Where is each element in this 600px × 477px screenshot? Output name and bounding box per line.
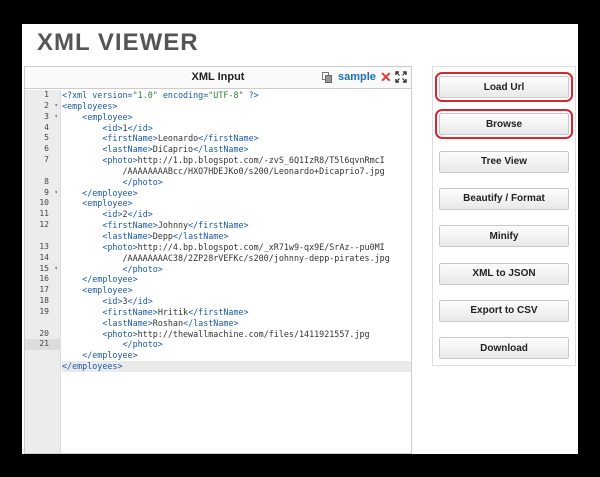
line-number: 18: [39, 296, 49, 306]
line-number: 4: [44, 122, 49, 132]
code-line[interactable]: <id>1</id>: [62, 123, 411, 134]
xml-viewer-window: XML VIEWER XML Input sample ✕ 1 2 ▾ 3 ▾ 4 5 6 7 8…: [22, 24, 578, 454]
code-line[interactable]: </employees>: [62, 361, 411, 372]
line-number: 11: [39, 209, 49, 219]
beautify-button[interactable]: Beautify / Format: [439, 187, 569, 210]
line-number: 5: [44, 133, 49, 143]
clear-icon[interactable]: ✕: [380, 69, 392, 85]
fold-arrow-icon[interactable]: ▾: [54, 101, 58, 112]
xml-to-json-button[interactable]: XML to JSON: [439, 262, 569, 285]
code-line[interactable]: </employee>: [62, 188, 411, 199]
code-line[interactable]: <?xml version="1.0" encoding="UTF-8" ?>: [62, 90, 411, 101]
code-line[interactable]: <photo>http://4.bp.blogspot.com/_xR71w9-…: [62, 242, 411, 253]
code-line[interactable]: </photo>: [62, 177, 411, 188]
fold-arrow-icon[interactable]: ▾: [54, 264, 58, 275]
fold-arrow-icon[interactable]: ▾: [54, 112, 58, 123]
line-number: 12: [39, 220, 49, 230]
line-number: [25, 231, 60, 242]
code-line[interactable]: <photo>http://thewallmachine.com/files/1…: [62, 329, 411, 340]
code-line[interactable]: <employee>: [62, 285, 411, 296]
code-area[interactable]: <?xml version="1.0" encoding="UTF-8" ?> <…: [62, 90, 411, 453]
line-number: 13: [39, 241, 49, 251]
tree-view-button[interactable]: Tree View: [439, 150, 569, 173]
line-number: 7: [44, 155, 49, 165]
code-line[interactable]: </photo>: [62, 264, 411, 275]
code-line[interactable]: <lastName>Roshan</lastName>: [62, 318, 411, 329]
code-line[interactable]: <id>3</id>: [62, 296, 411, 307]
line-number: 8: [44, 176, 49, 186]
download-button[interactable]: Download: [439, 337, 569, 360]
line-number: 1: [44, 90, 49, 99]
line-number: 21: [25, 339, 60, 351]
code-line[interactable]: <firstName>Johnny</firstName>: [62, 220, 411, 231]
code-line[interactable]: <lastName>Depp</lastName>: [62, 231, 411, 242]
code-line[interactable]: <firstName>Leonardo</firstName>: [62, 133, 411, 144]
copy-icon[interactable]: [322, 72, 332, 83]
editor-header: XML Input sample ✕: [25, 67, 411, 89]
load-url-button[interactable]: Load Url: [439, 76, 569, 98]
code-line[interactable]: <lastName>DiCaprio</lastName>: [62, 144, 411, 155]
line-number: 9 ▾: [44, 187, 58, 199]
line-number: 17: [39, 285, 49, 295]
page-title: XML VIEWER: [37, 29, 199, 56]
line-number: 20: [39, 328, 49, 338]
line-number: [25, 318, 60, 329]
code-line[interactable]: <firstName>Hritik</firstName>: [62, 307, 411, 318]
code-line[interactable]: /AAAAAAAABcc/HXO7HDEJKo0/s200/Leonardo+D…: [62, 166, 411, 177]
actions-panel: Load Url Browse Tree View Beautify / Format…: [432, 66, 576, 366]
browse-button[interactable]: Browse: [439, 113, 569, 136]
line-number: 14: [39, 252, 49, 262]
line-number: 16: [39, 274, 49, 284]
line-number: 2 ▾: [44, 100, 58, 112]
line-number: [25, 166, 60, 177]
code-line[interactable]: <employees>: [62, 101, 411, 112]
line-number: 6: [44, 144, 49, 154]
xml-editor[interactable]: XML Input sample ✕ 1 2 ▾ 3 ▾ 4 5 6 7 8 9 ▾ 10 11 12 13 1…: [24, 66, 412, 454]
code-line[interactable]: <id>2</id>: [62, 209, 411, 220]
line-number-gutter: 1 2 ▾ 3 ▾ 4 5 6 7 8 9 ▾ 10 11 12 13 14 15 ▾ 16 17 18 19 20 21: [25, 90, 61, 453]
line-number: 19: [39, 306, 49, 316]
code-line[interactable]: </photo>: [62, 339, 411, 350]
code-line[interactable]: </employee>: [62, 274, 411, 285]
code-line[interactable]: /AAAAAAAAC38/2ZP28rVEFKc/s200/johnny-dep…: [62, 253, 411, 264]
line-number: 3 ▾: [44, 111, 58, 123]
line-number: 10: [39, 198, 49, 208]
code-line[interactable]: </employee>: [62, 350, 411, 361]
fullscreen-icon[interactable]: [395, 71, 407, 83]
fold-arrow-icon[interactable]: ▾: [54, 188, 58, 199]
code-line[interactable]: <photo>http://1.bp.blogspot.com/-zvS_6Q1…: [62, 155, 411, 166]
minify-button[interactable]: Minify: [439, 225, 569, 248]
line-number: 15 ▾: [39, 263, 58, 275]
export-csv-button[interactable]: Export to CSV: [439, 299, 569, 322]
code-line[interactable]: <employee>: [62, 198, 411, 209]
sample-link[interactable]: sample: [338, 71, 376, 83]
code-line[interactable]: <employee>: [62, 112, 411, 123]
